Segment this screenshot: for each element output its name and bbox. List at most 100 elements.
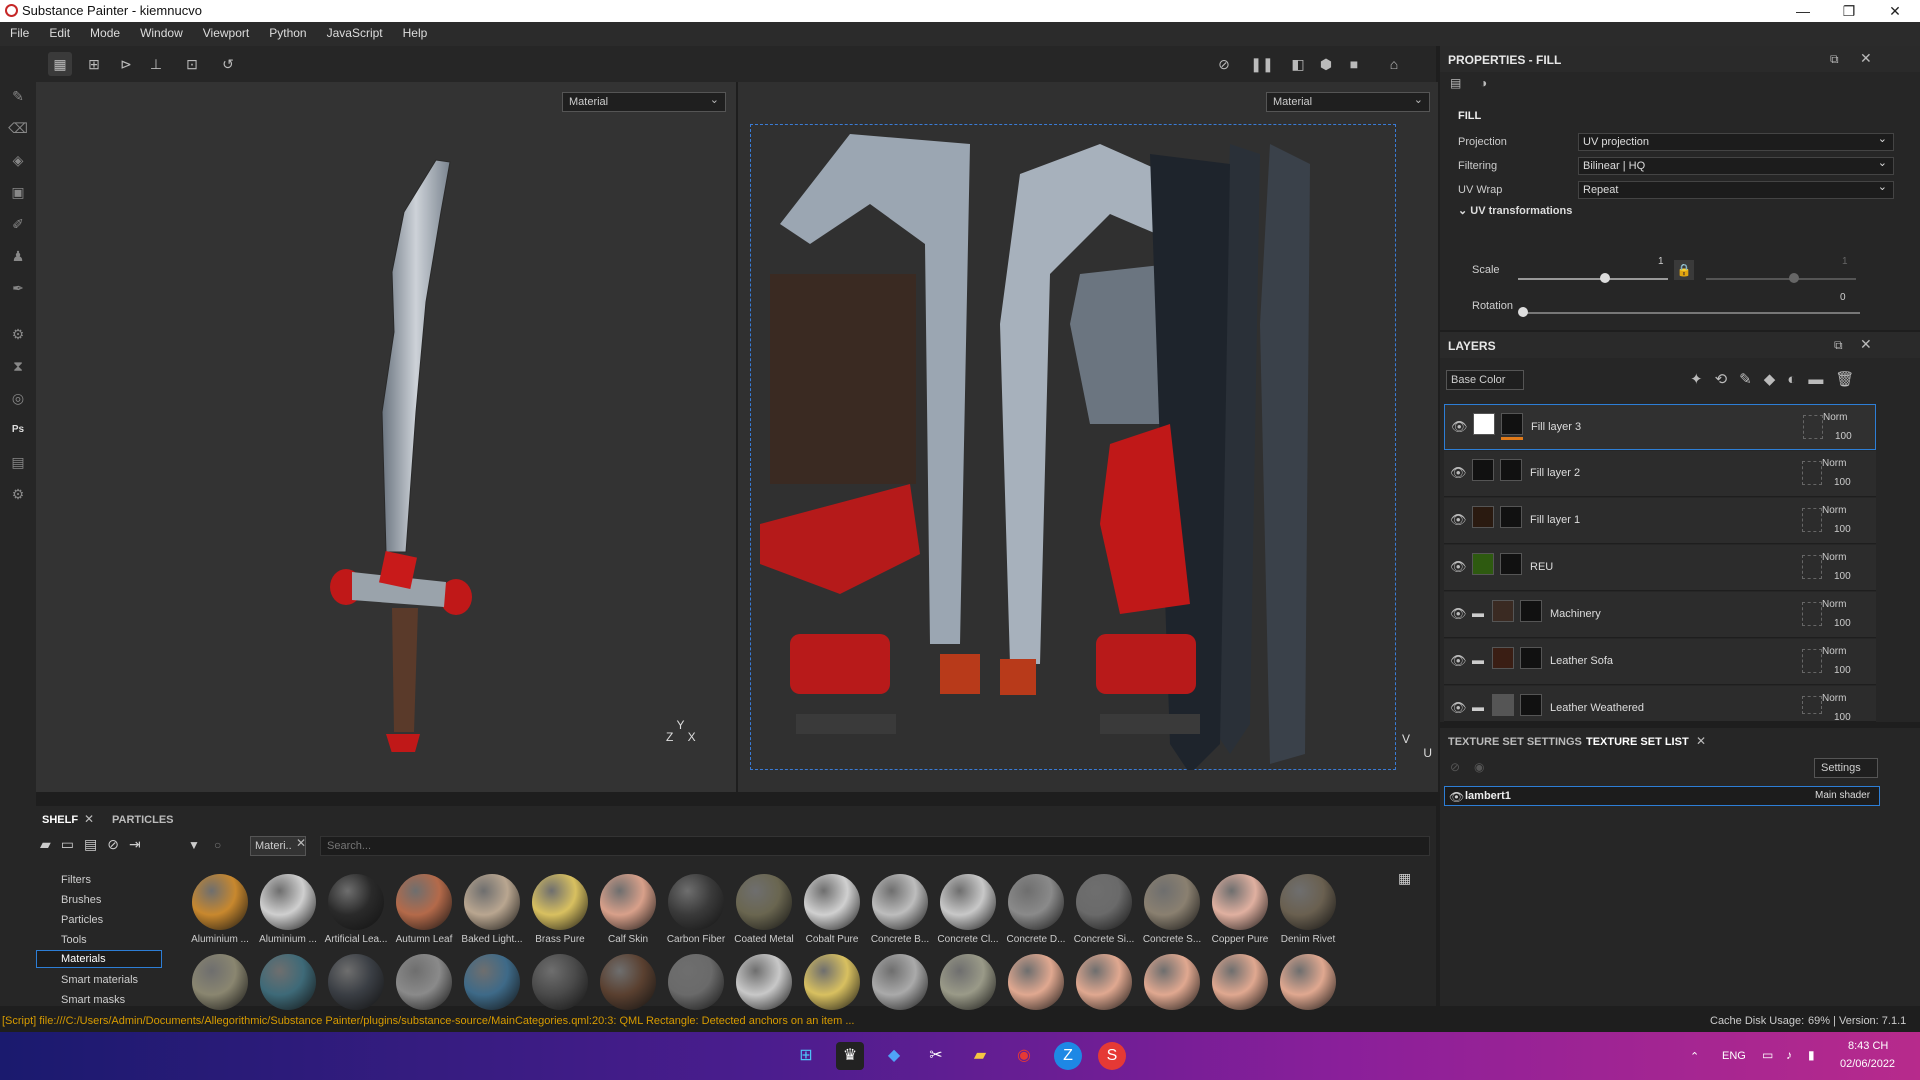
material-item[interactable]: Concrete Si... [1066,874,1134,964]
add-folder-icon[interactable]: ▬ [1808,371,1835,388]
scale-slider[interactable] [1518,278,1668,280]
volume-icon[interactable]: ♪ [1786,1048,1792,1062]
category-particles[interactable]: Particles [61,914,103,926]
plugin-icon[interactable]: ⚙ [8,484,28,504]
material-item[interactable]: Autumn Leaf [386,874,454,964]
visibility-eye-icon[interactable]: 👁 [1450,606,1467,622]
material-item[interactable] [736,954,792,1010]
category-smart-masks[interactable]: Smart masks [61,994,125,1006]
opacity-value[interactable]: 100 [1834,712,1851,723]
layer-mask-slot[interactable] [1802,649,1822,673]
opacity-value[interactable]: 100 [1835,431,1852,442]
material-tab-icon[interactable]: ▤ [1450,76,1470,96]
float-panel-icon[interactable]: ⧉ [1834,338,1843,353]
visibility-eye-icon[interactable]: 👁 [1450,653,1467,669]
material-item[interactable] [192,954,248,1010]
material-item[interactable] [1008,954,1064,1010]
tab-texture-set-settings[interactable]: TEXTURE SET SETTINGS [1448,736,1582,748]
delete-layer-icon[interactable]: 🗑 [1835,371,1866,388]
material-item[interactable] [1144,954,1200,1010]
grid-view-icon[interactable]: ⊞ [82,52,106,76]
layer-row[interactable]: 👁 ▬ Leather Sofa Norm 100 [1444,639,1876,685]
app-taskbar-icon[interactable]: ♛ [836,1042,864,1070]
geometry-mask-icon[interactable]: ▣ [8,182,28,202]
cube-icon[interactable]: ⬢ [1314,52,1338,76]
layer-mask-slot[interactable] [1803,415,1823,439]
maximize-button[interactable]: ❐ [1826,0,1872,22]
category-tools[interactable]: Tools [61,934,87,946]
texture-tab-icon[interactable]: ◑ [1480,76,1500,96]
material-item[interactable] [1212,954,1268,1010]
display-icon[interactable]: ▤ [8,452,28,472]
blend-mode[interactable]: Norm [1822,693,1846,704]
layer-row[interactable]: 👁 Fill layer 2 Norm 100 [1444,451,1876,497]
material-item[interactable]: Brass Pure [522,874,590,964]
shader-icon[interactable]: ◎ [8,388,28,408]
material-item[interactable] [872,954,928,1010]
material-item[interactable]: Concrete S... [1134,874,1202,964]
windows-start-icon[interactable]: ⊞ [792,1042,820,1070]
material-item[interactable]: Aluminium ... [250,874,318,964]
hide-all-icon[interactable]: ⊘ [1450,760,1460,774]
symmetry-y-icon[interactable]: ⊥ [144,52,168,76]
material-item[interactable]: Concrete D... [998,874,1066,964]
add-effect-icon[interactable]: ⟲ [1715,371,1740,388]
zalo-icon[interactable]: Z [1054,1042,1082,1070]
add-paint-layer-icon[interactable]: ✎ [1739,371,1764,388]
material-item[interactable]: Baked Light... [454,874,523,964]
material-item[interactable]: Concrete B... [862,874,930,964]
import-icon[interactable]: ▤ [84,836,107,852]
visibility-eye-icon[interactable]: 👁 [1450,512,1467,528]
material-item[interactable] [600,954,656,1010]
history-icon[interactable]: ↺ [216,52,240,76]
layer-mask-slot[interactable] [1802,555,1822,579]
material-item[interactable]: Calf Skin [590,874,658,964]
projection-select[interactable]: UV projection [1578,132,1894,151]
texture-set-row[interactable]: 👁 lambert1 Main shader [1444,786,1880,806]
menu-javascript[interactable]: JavaScript [317,22,393,40]
material-item[interactable] [260,954,316,1010]
opacity-value[interactable]: 100 [1834,477,1851,488]
opacity-value[interactable]: 100 [1834,618,1851,629]
layer-row[interactable]: 👁 ▬ Machinery Norm 100 [1444,592,1876,638]
smudge-icon[interactable]: ✐ [8,214,28,234]
layer-row[interactable]: 👁 Fill layer 1 Norm 100 [1444,498,1876,544]
material-item[interactable] [328,954,384,1010]
add-view-icon[interactable]: ⊡ [180,52,204,76]
eraser-icon[interactable]: ⌫ [8,118,28,138]
float-panel-icon[interactable]: ⧉ [1830,52,1839,67]
material-item[interactable]: Aluminium ... [182,874,250,964]
hide-icon[interactable]: ⊘ [1212,52,1236,76]
rotation-slider-handle[interactable] [1518,307,1528,317]
single-view-icon[interactable]: ▦ [48,52,72,76]
tab-close-icon[interactable]: ✕ [84,812,94,826]
tab-particles[interactable]: PARTICLES [112,814,174,826]
material-item[interactable] [532,954,588,1010]
substance-painter-icon[interactable]: S [1098,1042,1126,1070]
layer-mask-slot[interactable] [1802,461,1822,485]
menu-python[interactable]: Python [259,22,316,40]
material-item[interactable] [396,954,452,1010]
visibility-eye-icon[interactable]: 👁 [1450,559,1467,575]
visibility-eye-icon[interactable]: 👁 [1449,790,1464,804]
projection-icon[interactable]: ◈ [8,150,28,170]
snipping-tool-icon[interactable]: ✂ [922,1042,950,1070]
layer-mask-slot[interactable] [1802,696,1822,714]
material-item[interactable]: Denim Rivet [1270,874,1338,964]
menu-help[interactable]: Help [393,22,438,40]
category-materials-row[interactable]: Materials [36,950,162,968]
menu-viewport[interactable]: Viewport [193,22,259,40]
file-explorer-icon[interactable]: ▰ [966,1042,994,1070]
symmetry-x-icon[interactable]: ⊳ [114,52,138,76]
screenshot-icon[interactable]: ⌂ [1382,52,1406,76]
opacity-value[interactable]: 100 [1834,665,1851,676]
minimize-button[interactable]: — [1780,0,1826,22]
tray-chevron-icon[interactable]: ⌃ [1690,1050,1699,1063]
menu-edit[interactable]: Edit [39,22,80,40]
camera-video-icon[interactable]: ■ [1342,52,1366,76]
blend-mode[interactable]: Norm [1822,458,1846,469]
magic-wand-icon[interactable]: ✦ [1690,371,1715,388]
viewport-2d-mode-select[interactable]: Material [1266,92,1430,112]
show-all-icon[interactable]: ◉ [1474,760,1484,774]
battery-icon[interactable]: ▮ [1808,1048,1815,1062]
